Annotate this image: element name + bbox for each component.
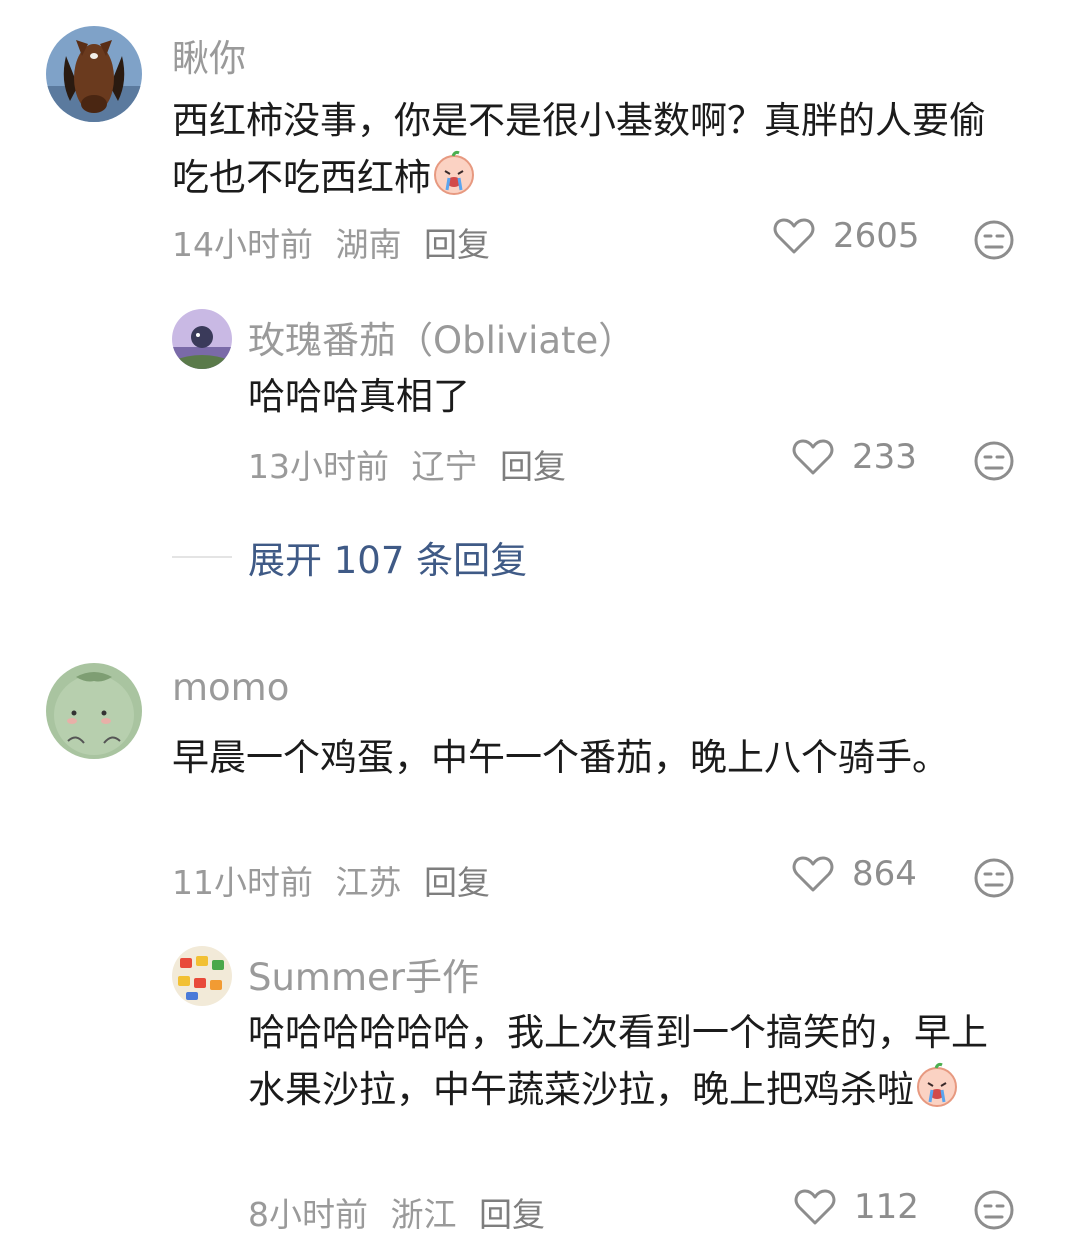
comment-time: 11小时前	[172, 863, 313, 902]
comment-meta: 11小时前 江苏 回复	[172, 856, 502, 904]
meh-face-icon	[974, 220, 1014, 260]
like-button[interactable]: 112	[794, 1187, 919, 1227]
meh-face-icon	[974, 858, 1014, 898]
comment-text: 哈哈哈哈哈哈，我上次看到一个搞笑的，早上水果沙拉，中午蔬菜沙拉，晚上把鸡杀啦	[248, 1004, 1018, 1124]
comment-time: 13小时前	[248, 447, 389, 486]
like-count: 864	[852, 854, 917, 894]
reply-button[interactable]: 回复	[500, 447, 566, 486]
divider	[172, 556, 232, 558]
like-button[interactable]: 864	[792, 854, 917, 894]
expand-replies-label[interactable]: 展开 107 条回复	[248, 530, 527, 584]
comment-time: 8小时前	[248, 1195, 368, 1234]
comment-text-body: 西红柿没事，你是不是很小基数啊？真胖的人要偷吃也不吃西红柿	[172, 99, 986, 199]
comment-text: 哈哈哈真相了	[248, 375, 470, 418]
dislike-button[interactable]	[973, 219, 1015, 265]
username[interactable]: 玫瑰番茄（Obliviate）	[248, 310, 635, 364]
reply-button[interactable]: 回复	[424, 863, 490, 902]
crying-laugh-emoji	[914, 1062, 960, 1124]
like-count: 2605	[833, 216, 920, 256]
username[interactable]: momo	[172, 666, 289, 709]
avatar[interactable]	[172, 946, 232, 1006]
comment-text: 早晨一个鸡蛋，中午一个番茄，晚上八个骑手。	[172, 736, 949, 779]
heart-outline-icon	[773, 218, 815, 254]
dislike-button[interactable]	[973, 1189, 1015, 1235]
comment-location: 湖南	[335, 225, 402, 264]
comment-meta: 13小时前 辽宁 回复	[248, 440, 578, 488]
dislike-button[interactable]	[973, 440, 1015, 486]
username[interactable]: 瞅你	[172, 28, 246, 82]
like-button[interactable]: 233	[792, 437, 917, 477]
meh-face-icon	[974, 441, 1014, 481]
reply-button[interactable]: 回复	[479, 1195, 545, 1234]
comment-location: 浙江	[390, 1195, 457, 1234]
heart-outline-icon	[792, 439, 834, 475]
avatar[interactable]	[172, 309, 232, 369]
comment-location: 辽宁	[411, 447, 478, 486]
username[interactable]: Summer手作	[248, 947, 479, 1001]
heart-outline-icon	[792, 856, 834, 892]
like-count: 233	[852, 437, 917, 477]
meh-face-icon	[974, 1190, 1014, 1230]
expand-replies[interactable]: 展开 107 条回复	[172, 530, 527, 584]
avatar[interactable]	[46, 26, 142, 122]
comment-text-body: 哈哈哈哈哈哈，我上次看到一个搞笑的，早上水果沙拉，中午蔬菜沙拉，晚上把鸡杀啦	[248, 1011, 988, 1111]
avatar[interactable]	[46, 663, 142, 759]
heart-outline-icon	[794, 1189, 836, 1225]
like-button[interactable]: 2605	[773, 216, 920, 256]
dislike-button[interactable]	[973, 857, 1015, 903]
comment-meta: 8小时前 浙江 回复	[248, 1188, 557, 1236]
crying-laugh-emoji	[431, 150, 477, 212]
reply-button[interactable]: 回复	[424, 225, 490, 264]
comment-meta: 14小时前 湖南 回复	[172, 218, 502, 266]
like-count: 112	[854, 1187, 919, 1227]
comment-location: 江苏	[335, 863, 402, 902]
comment-time: 14小时前	[172, 225, 313, 264]
comment-text: 西红柿没事，你是不是很小基数啊？真胖的人要偷吃也不吃西红柿	[172, 92, 1022, 212]
